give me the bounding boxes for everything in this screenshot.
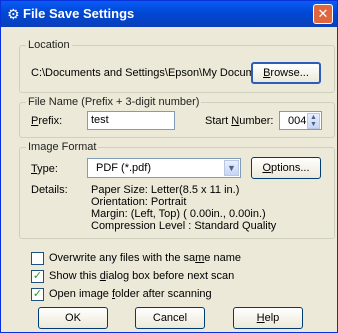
prefix-input-value: test	[91, 114, 109, 126]
open-folder-checkbox[interactable]: ✓	[31, 288, 44, 301]
show-dialog-label-pre: Show this	[49, 270, 100, 282]
gear-icon: ⚙	[7, 6, 20, 22]
overwrite-checkbox[interactable]	[31, 252, 44, 265]
open-folder-checkbox-label[interactable]: Open image folder after scanning	[49, 288, 212, 301]
window-title: File Save Settings	[23, 6, 135, 21]
ok-button[interactable]: OK	[38, 307, 108, 329]
type-label-text: ype:	[37, 163, 58, 175]
start-number-label: Start Number:	[205, 115, 274, 128]
location-legend: Location	[26, 39, 72, 51]
options-button[interactable]: Options...	[251, 157, 321, 179]
open-folder-label-pre: Open image	[49, 288, 112, 300]
start-number-label-text: umber:	[239, 115, 274, 127]
details-label: Details:	[31, 184, 68, 196]
file-save-settings-dialog: ⚙ File Save Settings ✕ Location C:\Docum…	[0, 0, 338, 333]
type-select-value: PDF (*.pdf)	[96, 162, 152, 174]
options-button-hotkey: O	[262, 162, 272, 174]
title-bar[interactable]: ⚙ File Save Settings ✕	[1, 1, 337, 27]
overwrite-label-hotkey: m	[195, 252, 205, 264]
location-path: C:\Documents and Settings\Epson\My Docum…	[31, 67, 271, 79]
open-folder-label-rest: older after scanning	[115, 288, 212, 300]
close-icon: ✕	[317, 6, 329, 21]
file-name-legend: File Name (Prefix + 3-digit number)	[26, 96, 202, 108]
start-number-label-pre: Start	[205, 115, 232, 127]
show-dialog-label-rest: ialog box before next scan	[105, 270, 235, 282]
details-compression: Compression Level : Standard Quality	[91, 220, 277, 232]
checkmark-icon: ✓	[32, 270, 43, 282]
checkmark-icon: ✓	[32, 288, 43, 300]
cancel-button-label: Cancel	[152, 312, 188, 324]
cancel-button[interactable]: Cancel	[135, 307, 205, 329]
overwrite-label-pre: Overwrite any files with the sa	[49, 252, 196, 264]
prefix-label: Prefix:	[31, 115, 62, 128]
help-button-label: elp	[264, 312, 280, 324]
image-format-legend: Image Format	[26, 141, 99, 153]
type-select[interactable]: PDF (*.pdf) ▼	[87, 158, 241, 178]
ok-button-label: OK	[65, 312, 81, 324]
start-number-value: 004	[288, 115, 307, 127]
help-button[interactable]: Help	[233, 307, 303, 329]
overwrite-label-rest: e name	[204, 252, 241, 264]
close-button[interactable]: ✕	[313, 4, 333, 24]
browse-button-label: rowse...	[270, 67, 309, 79]
prefix-label-text: refix:	[38, 115, 63, 127]
spin-arrows-icon[interactable]: ▲ ▼	[307, 113, 320, 129]
prefix-input[interactable]: test	[87, 111, 175, 130]
chevron-down-icon[interactable]: ▼	[224, 160, 239, 176]
overwrite-checkbox-label[interactable]: Overwrite any files with the same name	[49, 252, 241, 265]
type-label: Type:	[31, 163, 58, 176]
show-dialog-checkbox-label[interactable]: Show this dialog box before next scan	[49, 270, 234, 283]
browse-button[interactable]: Browse...	[251, 62, 321, 84]
show-dialog-checkbox[interactable]: ✓	[31, 270, 44, 283]
help-button-hotkey: H	[256, 312, 265, 324]
start-number-stepper[interactable]: 004 ▲ ▼	[279, 111, 322, 130]
options-button-label: ptions...	[271, 162, 310, 174]
